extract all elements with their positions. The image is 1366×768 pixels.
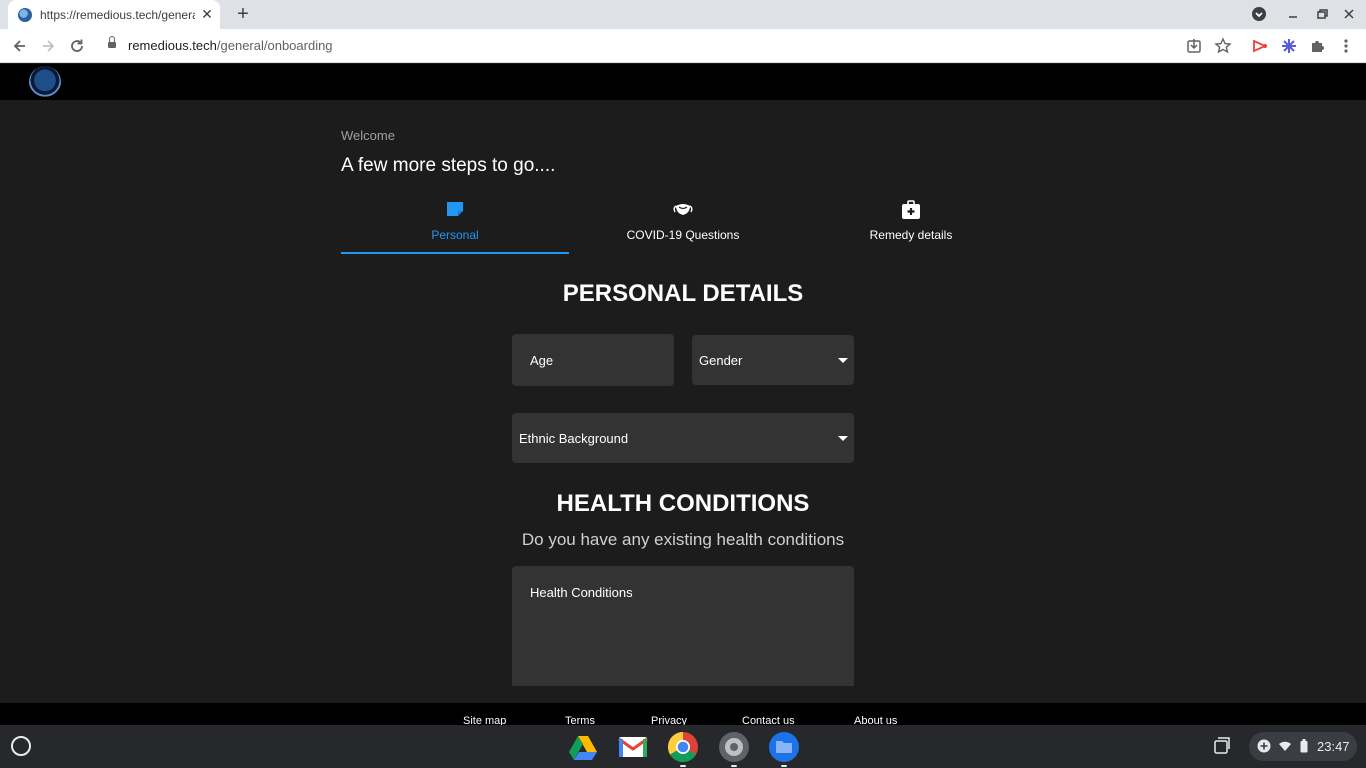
document-icon (445, 200, 465, 218)
chrome-icon[interactable] (667, 731, 699, 767)
lock-icon (108, 36, 116, 50)
url-path: /general/onboarding (216, 38, 333, 53)
step-remedy-details[interactable]: Remedy details (797, 196, 1025, 254)
footer-link-privacy[interactable]: Privacy (651, 715, 687, 725)
os-shelf: 23:47 (0, 725, 1366, 768)
step-personal[interactable]: Personal (341, 196, 569, 254)
ethnic-background-label: Ethnic Background (519, 431, 629, 446)
ethnic-background-select[interactable]: Ethnic Background (512, 413, 854, 463)
mask-icon (673, 200, 693, 218)
onboarding-stepper: Personal COVID-19 Questions Remedy detai… (341, 196, 1025, 254)
gmail-icon[interactable] (617, 731, 649, 763)
clock-time: 23:47 (1317, 739, 1350, 754)
browser-tabstrip: https://remedious.tech/general/o ✕ + (0, 0, 1366, 29)
gender-select[interactable]: Gender (692, 335, 854, 385)
close-tab-icon[interactable]: ✕ (200, 7, 214, 21)
reload-icon[interactable] (67, 36, 87, 56)
settings-icon[interactable] (718, 731, 750, 767)
address-bar[interactable]: remedious.tech/general/onboarding (98, 32, 1240, 60)
phone-hub-icon[interactable] (1212, 736, 1232, 756)
close-window-icon[interactable] (1341, 6, 1357, 22)
restore-icon[interactable] (1314, 6, 1330, 22)
site-footer: Site map Terms Privacy Contact us About … (0, 703, 1366, 725)
tab-search-icon[interactable] (1251, 6, 1267, 22)
gender-label: Gender (699, 353, 743, 368)
step-label-personal: Personal (431, 228, 479, 242)
medical-kit-icon (901, 200, 921, 219)
site-favicon-icon (18, 7, 32, 22)
browser-toolbar: remedious.tech/general/onboarding (0, 29, 1366, 63)
welcome-text: Welcome (341, 128, 395, 143)
age-label: Age (530, 353, 554, 368)
step-covid-questions[interactable]: COVID-19 Questions (569, 196, 797, 254)
wifi-icon (1278, 739, 1292, 753)
footer-link-about[interactable]: About us (854, 715, 897, 725)
forward-icon[interactable] (38, 36, 58, 56)
footer-link-contact[interactable]: Contact us (742, 715, 795, 725)
menu-kebab-icon[interactable] (1336, 36, 1356, 56)
extensions-puzzle-icon[interactable] (1307, 36, 1327, 56)
page-headline: A few more steps to go.... (341, 155, 556, 176)
files-icon[interactable] (768, 731, 800, 767)
launcher-icon[interactable] (11, 736, 31, 756)
chevron-down-icon (838, 358, 848, 363)
footer-link-terms[interactable]: Terms (565, 715, 595, 725)
step-label-covid: COVID-19 Questions (626, 228, 740, 242)
browser-tab[interactable]: https://remedious.tech/general/o ✕ (8, 0, 220, 29)
back-icon[interactable] (10, 36, 30, 56)
system-tray[interactable]: 23:47 (1249, 732, 1357, 761)
record-extension-icon[interactable] (1250, 36, 1270, 56)
battery-icon (1300, 739, 1308, 753)
site-logo[interactable] (29, 66, 61, 98)
minimize-icon[interactable] (1285, 6, 1301, 22)
health-conditions-label: Health Conditions (530, 585, 633, 600)
health-conditions-question: Do you have any existing health conditio… (521, 530, 845, 549)
new-tab-button[interactable]: + (233, 4, 253, 24)
step-label-remedy: Remedy details (869, 228, 953, 242)
personal-details-title: PERSONAL DETAILS (562, 280, 804, 307)
extension-sparkle-icon[interactable] (1279, 36, 1299, 56)
google-drive-icon[interactable] (567, 731, 599, 763)
chevron-down-icon (838, 436, 848, 441)
onboarding-page: Welcome A few more steps to go.... Perso… (0, 100, 1366, 703)
install-icon[interactable] (1184, 36, 1204, 56)
site-header (0, 64, 1366, 100)
tab-title: https://remedious.tech/general/o (40, 7, 195, 22)
footer-link-sitemap[interactable]: Site map (463, 715, 506, 725)
add-circle-icon (1257, 739, 1271, 753)
health-conditions-title: HEALTH CONDITIONS (556, 490, 810, 517)
url-host: remedious.tech (128, 38, 217, 53)
health-conditions-textarea[interactable]: Health Conditions (512, 566, 854, 686)
bookmark-star-icon[interactable] (1213, 36, 1233, 56)
age-input[interactable]: Age (512, 334, 674, 386)
